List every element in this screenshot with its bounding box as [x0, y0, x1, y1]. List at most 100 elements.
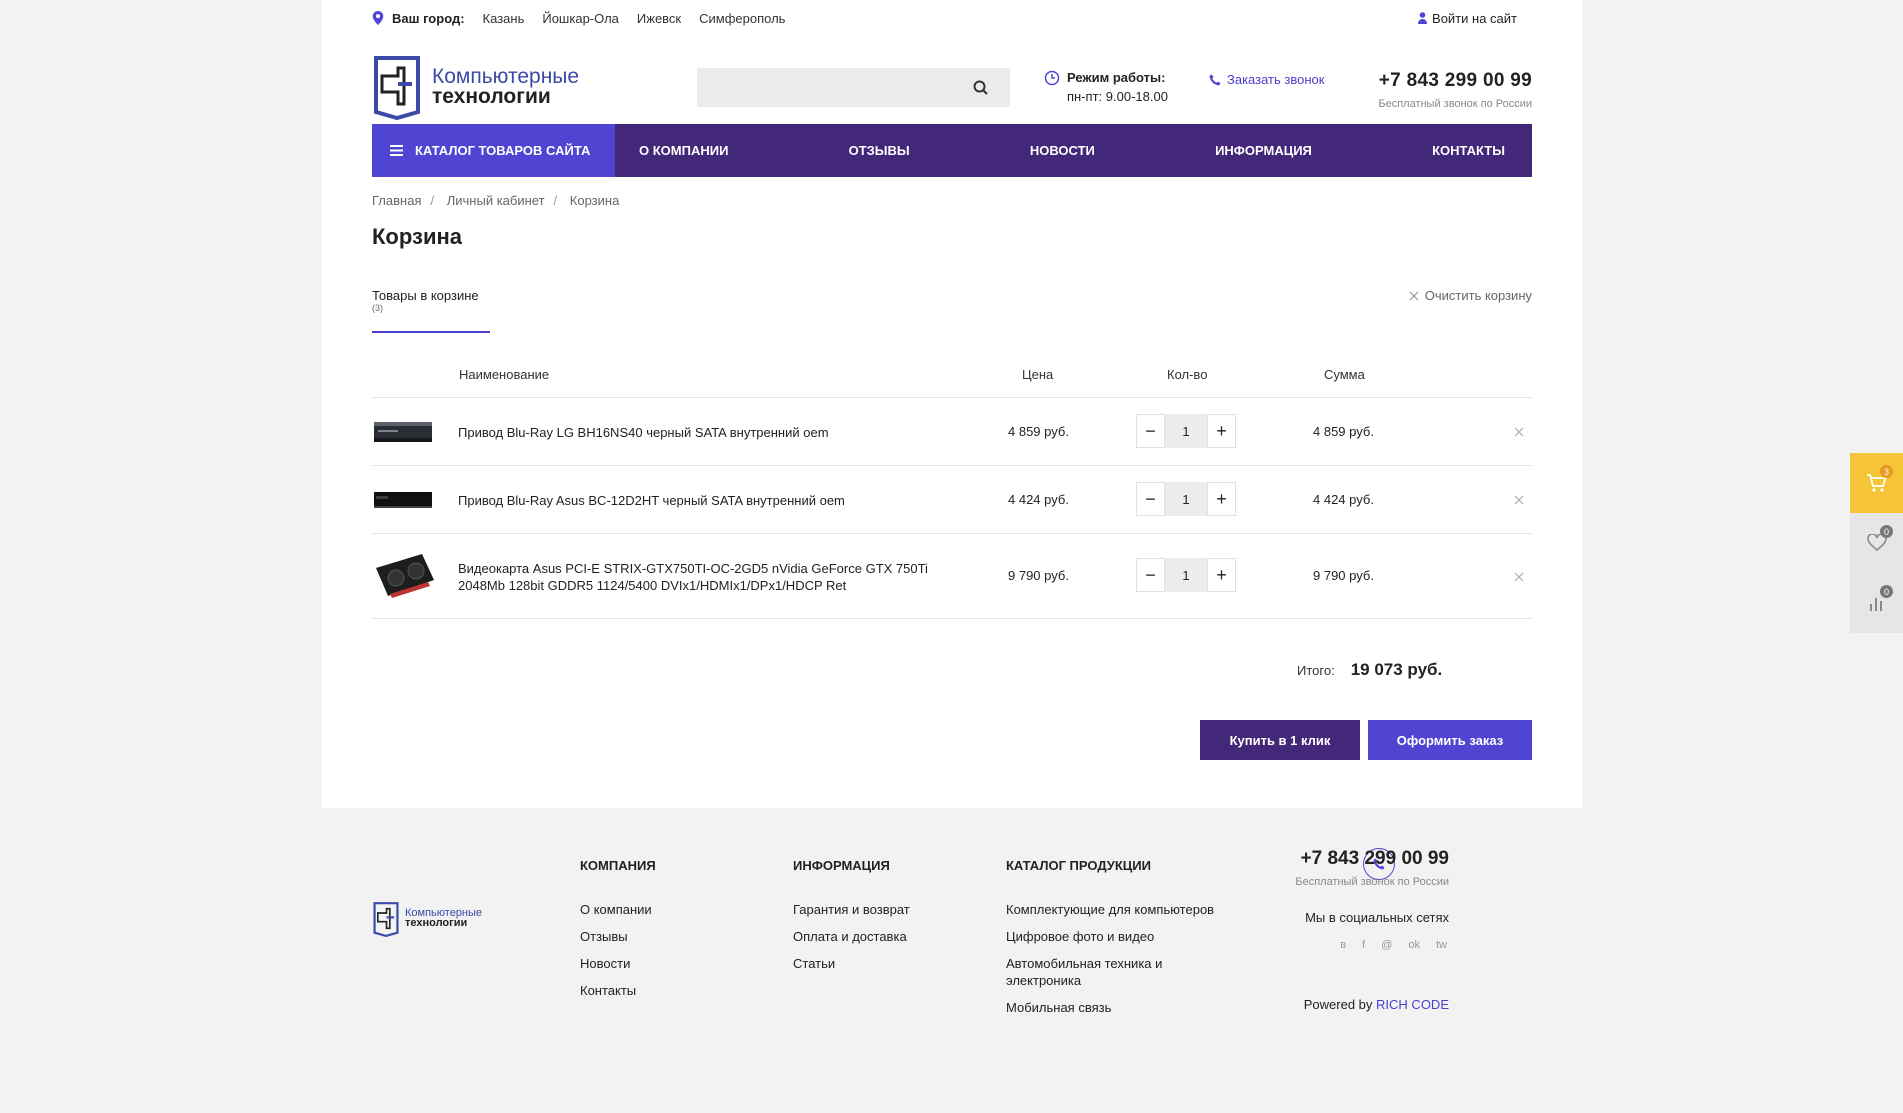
compare-count-badge: 0 — [1880, 585, 1893, 598]
quantity-value[interactable]: 1 — [1165, 414, 1207, 448]
login-link[interactable]: Войти на сайт — [1418, 11, 1517, 26]
footer-catalog-title: Каталог продукции — [1006, 858, 1151, 873]
header-name: Наименование — [459, 367, 550, 382]
footer-link-payment[interactable]: Оплата и доставка — [793, 928, 910, 945]
hours-title: Режим работы: — [1067, 70, 1166, 85]
callback-label: Заказать звонок — [1227, 72, 1325, 87]
callback-link[interactable]: Заказать звонок — [1209, 72, 1324, 87]
header-qty: Кол-во — [1167, 367, 1208, 382]
footer-phone[interactable]: +7 843 299 00 99 — [1229, 848, 1449, 870]
quantity-stepper: − 1 + — [1136, 482, 1236, 516]
social-label: Мы в социальных сетях — [1305, 910, 1449, 925]
location-pin-icon — [372, 11, 384, 25]
powered-link[interactable]: RICH CODE — [1376, 997, 1449, 1012]
footer-link-components[interactable]: Комплектующие для компьютеров — [1006, 901, 1216, 918]
minus-button[interactable]: − — [1136, 482, 1165, 516]
breadcrumb: Главная / Личный кабинет / Корзина — [372, 193, 620, 208]
tab-cart-items[interactable]: Товары в корзине (3) — [372, 288, 490, 334]
side-favorites-widget[interactable]: 0 — [1850, 513, 1903, 573]
product-sum: 4 859 руб. — [1313, 424, 1374, 439]
footer-link-mobile[interactable]: Мобильная связь — [1006, 999, 1216, 1016]
city-izhevsk[interactable]: Ижевск — [637, 11, 681, 26]
top-bar: Ваш город: Казань Йошкар-Ола Ижевск Симф… — [372, 8, 1532, 28]
city-yoshkar-ola[interactable]: Йошкар-Ола — [542, 11, 619, 26]
plus-button[interactable]: + — [1207, 414, 1236, 448]
minus-button[interactable]: − — [1136, 414, 1165, 448]
vk-icon[interactable]: в — [1340, 939, 1346, 951]
breadcrumb-home[interactable]: Главная — [372, 193, 421, 208]
checkout-button[interactable]: Оформить заказ — [1368, 720, 1532, 760]
footer-link-warranty[interactable]: Гарантия и возврат — [793, 901, 910, 918]
odnoklassniki-icon[interactable]: ok — [1408, 939, 1420, 951]
nav-item-about[interactable]: О компании — [639, 143, 728, 158]
facebook-icon[interactable]: f — [1362, 939, 1365, 951]
minus-button[interactable]: − — [1136, 558, 1165, 592]
product-name[interactable]: Привод Blu-Ray Asus BC-12D2HT черный SAT… — [458, 492, 958, 509]
search-input[interactable] — [697, 68, 1010, 107]
remove-item-icon[interactable] — [1514, 495, 1524, 505]
quantity-value[interactable]: 1 — [1165, 482, 1207, 516]
side-cart-widget[interactable]: 3 — [1850, 453, 1903, 513]
nav-item-news[interactable]: Новости — [1030, 143, 1095, 158]
main-nav: Каталог товаров сайта О компании Отзывы … — [372, 124, 1532, 177]
powered-by: Powered by RICH CODE — [1229, 997, 1449, 1012]
footer-logo-line2: технологии — [405, 917, 468, 929]
footer-link-news[interactable]: Новости — [580, 955, 656, 972]
footer-catalog-column: Каталог продукции Комплектующие для комп… — [1006, 858, 1216, 1026]
quantity-value[interactable]: 1 — [1165, 558, 1207, 592]
phone-icon — [1209, 74, 1221, 85]
twitter-icon[interactable]: tw — [1436, 939, 1447, 951]
table-header: Наименование Цена Кол-во Сумма — [372, 360, 1532, 398]
logo[interactable]: Компьютерные технологии — [372, 54, 579, 120]
close-icon — [1409, 291, 1419, 300]
side-compare-widget[interactable]: 0 — [1850, 573, 1903, 633]
footer-logo[interactable]: Компьютерные технологии — [372, 901, 482, 937]
footer-phone-note: Бесплатный звонок по России — [1295, 876, 1449, 888]
remove-item-icon[interactable] — [1514, 427, 1524, 437]
clear-cart-button[interactable]: Очистить корзину — [1409, 288, 1532, 303]
buy-one-click-button[interactable]: Купить в 1 клик — [1200, 720, 1360, 760]
remove-item-icon[interactable] — [1514, 572, 1524, 582]
plus-button[interactable]: + — [1207, 558, 1236, 592]
footer-info-column: Информация Гарантия и возврат Оплата и д… — [793, 858, 910, 982]
search-icon[interactable] — [972, 79, 990, 97]
hours-value: пн-пт: 9.00-18.00 — [1067, 89, 1168, 104]
header: Компьютерные технологии Режим работы: пн… — [372, 54, 1532, 124]
footer: Компьютерные технологии Компания О компа… — [322, 808, 1582, 1113]
graphics-card-thumbnail — [376, 554, 434, 598]
footer-link-reviews[interactable]: Отзывы — [580, 928, 656, 945]
page-title: Корзина — [372, 224, 462, 249]
cart-tabs: Товары в корзине (3) Очистить корзину — [372, 288, 1532, 334]
table-row: Видеокарта Asus PCI-E STRIX-GTX750TI-OC-… — [372, 534, 1532, 619]
nav-item-contacts[interactable]: Контакты — [1432, 143, 1505, 158]
breadcrumb-account[interactable]: Личный кабинет — [447, 193, 545, 208]
product-sum: 9 790 руб. — [1313, 568, 1374, 583]
footer-company-column: Компания О компании Отзывы Новости Конта… — [580, 858, 656, 1009]
footer-link-articles[interactable]: Статьи — [793, 955, 910, 972]
product-price: 9 790 руб. — [1008, 568, 1069, 583]
product-name[interactable]: Видеокарта Asus PCI-E STRIX-GTX750TI-OC-… — [458, 560, 958, 594]
footer-link-photo[interactable]: Цифровое фото и видео — [1006, 928, 1216, 945]
logo-icon — [373, 902, 399, 937]
footer-link-auto[interactable]: Автомобильная техника и электроника — [1006, 955, 1216, 989]
nav-item-reviews[interactable]: Отзывы — [849, 143, 910, 158]
tab-cart-items-count: (3) — [372, 303, 383, 313]
favorites-count-badge: 0 — [1880, 525, 1893, 538]
header-phone[interactable]: +7 843 299 00 99 — [1378, 70, 1532, 92]
catalog-menu-button[interactable]: Каталог товаров сайта — [372, 124, 615, 177]
quantity-stepper: − 1 + — [1136, 414, 1236, 448]
footer-link-contacts[interactable]: Контакты — [580, 982, 656, 999]
catalog-label: Каталог товаров сайта — [415, 143, 591, 158]
product-name[interactable]: Привод Blu-Ray LG BH16NS40 черный SATA в… — [458, 424, 958, 441]
clock-icon — [1044, 70, 1060, 86]
tab-cart-items-label: Товары в корзине — [372, 288, 479, 303]
city-kazan[interactable]: Казань — [483, 11, 525, 26]
product-price: 4 424 руб. — [1008, 492, 1069, 507]
plus-button[interactable]: + — [1207, 482, 1236, 516]
mail-icon[interactable]: @ — [1381, 939, 1392, 951]
city-simferopol[interactable]: Симферополь — [699, 11, 785, 26]
cart-table: Наименование Цена Кол-во Сумма Привод Bl… — [372, 360, 1532, 619]
footer-company-title: Компания — [580, 858, 656, 873]
nav-item-info[interactable]: Информация — [1215, 143, 1312, 158]
footer-link-about[interactable]: О компании — [580, 901, 656, 918]
